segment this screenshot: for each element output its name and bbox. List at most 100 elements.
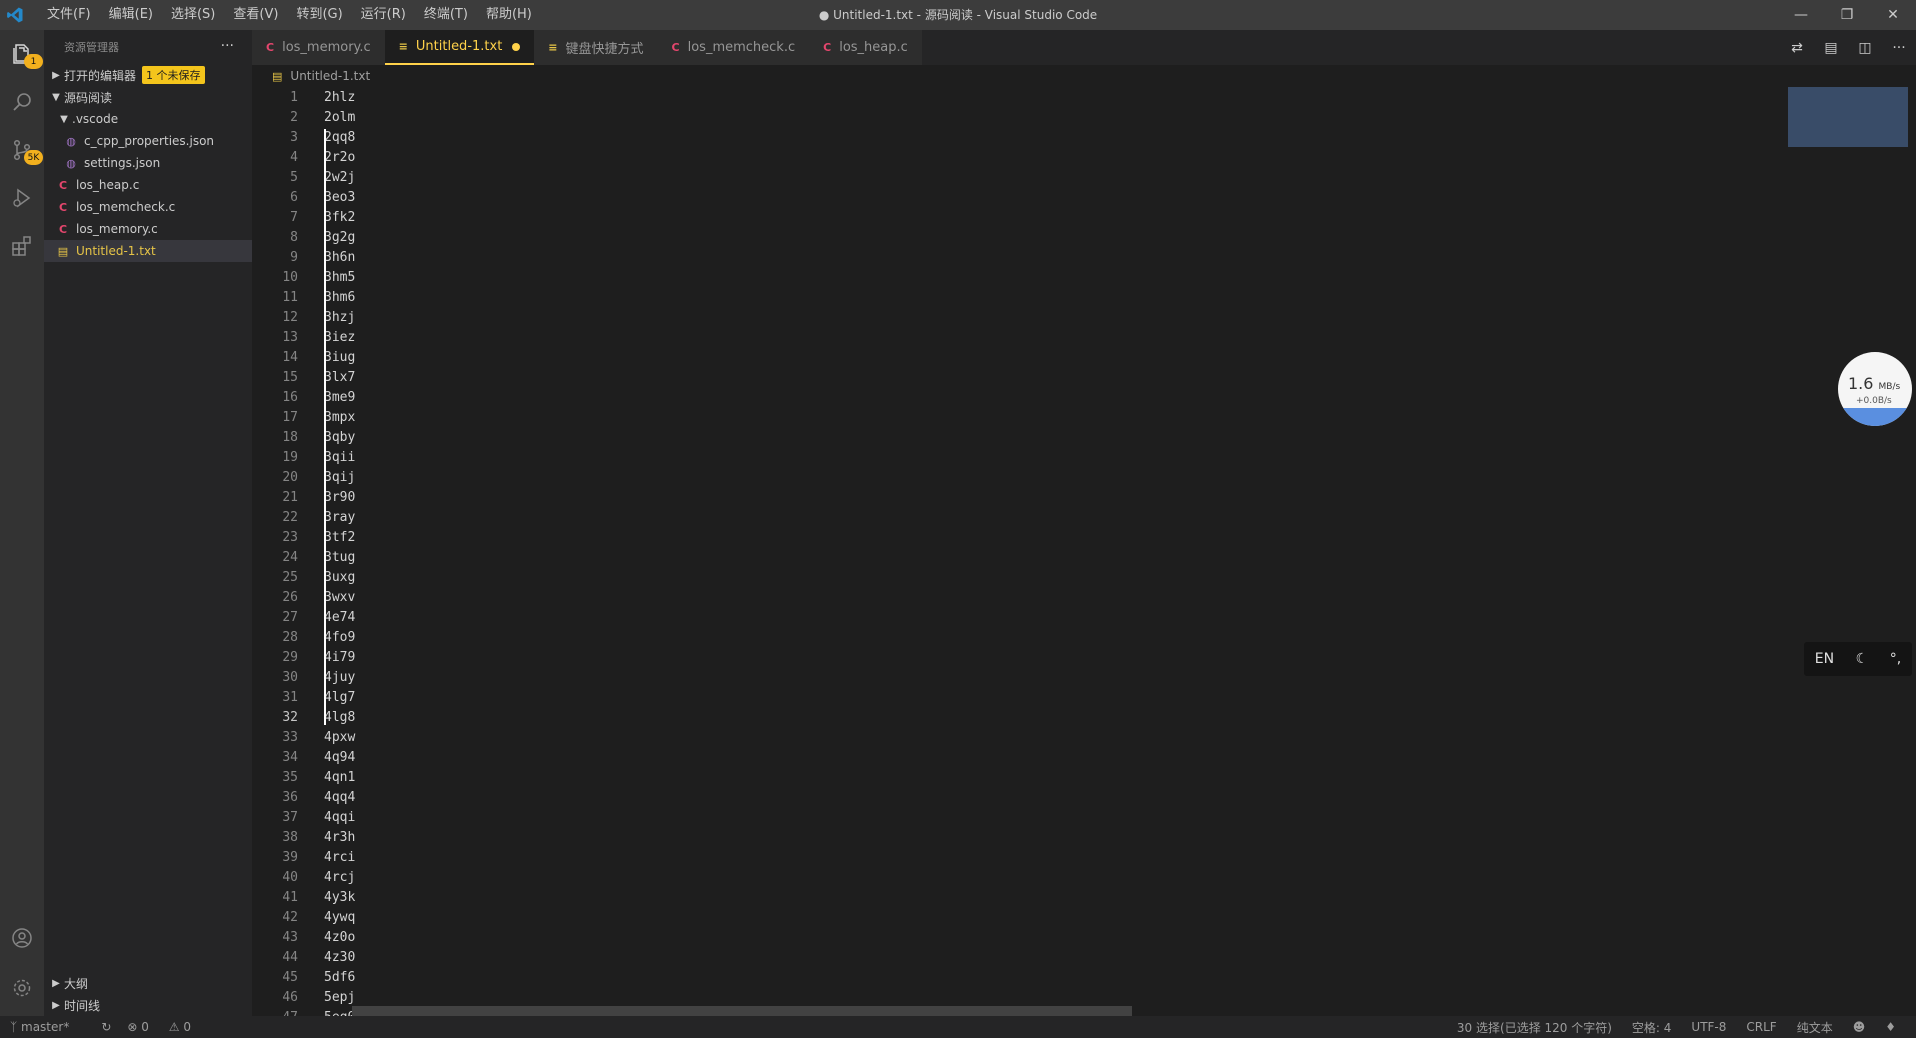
language-mode-status[interactable]: 纯文本 — [1797, 1019, 1833, 1036]
editor-line[interactable]: 4 2r2o — [252, 147, 355, 167]
editor-line[interactable]: 10 3hm5 — [252, 267, 355, 287]
more-actions-icon[interactable]: ··· — [1882, 40, 1916, 56]
open-editors-section[interactable]: ▶ 打开的编辑器 1 个未保存 — [44, 64, 252, 86]
editor-line[interactable]: 14 3iug — [252, 347, 355, 367]
editor-line[interactable]: 11 3hm6 — [252, 287, 355, 307]
explorer-button[interactable]: 1 — [0, 30, 44, 78]
tree-item-untitled-1[interactable]: ▤ Untitled-1.txt — [44, 240, 252, 262]
editor-line[interactable]: 17 3mpx — [252, 407, 355, 427]
editor-line[interactable]: 35 4qn1 — [252, 767, 355, 787]
tree-item-los-memcheck[interactable]: C los_memcheck.c — [44, 196, 252, 218]
compare-changes-icon[interactable]: ⇄ — [1780, 40, 1814, 56]
selection-status[interactable]: 30 选择(已选择 120 个字符) — [1457, 1019, 1612, 1036]
editor-line[interactable]: 36 4qq4 — [252, 787, 355, 807]
sync-icon[interactable]: ↻ — [101, 1020, 111, 1034]
tree-item-los-memory[interactable]: C los_memory.c — [44, 218, 252, 240]
eol-status[interactable]: CRLF — [1746, 1020, 1776, 1034]
editor-line[interactable]: 3 2qq8 — [252, 127, 355, 147]
editor-line[interactable]: 27 4e74 — [252, 607, 355, 627]
editor-line[interactable]: 23 3tf2 — [252, 527, 355, 547]
editor-line[interactable]: 43 4z0o — [252, 927, 355, 947]
split-editor-icon[interactable]: ◫ — [1848, 40, 1882, 56]
editor-line[interactable]: 13 3iez — [252, 327, 355, 347]
punctuation-icon[interactable]: °, — [1890, 651, 1901, 667]
ime-language[interactable]: EN — [1815, 651, 1834, 667]
breadcrumb-file[interactable]: Untitled-1.txt — [290, 69, 370, 83]
editor-line[interactable]: 26 3wxv — [252, 587, 355, 607]
close-icon[interactable]: ✕ — [1870, 0, 1916, 30]
settings-button[interactable] — [0, 964, 44, 1012]
editor-line[interactable]: 7 3fk2 — [252, 207, 355, 227]
editor-line[interactable]: 24 3tug — [252, 547, 355, 567]
editor-line[interactable]: 31 4lg7 — [252, 687, 355, 707]
editor-line[interactable]: 6 3eo3 — [252, 187, 355, 207]
horizontal-scrollbar[interactable] — [352, 1006, 1132, 1016]
editor-line[interactable]: 40 4rcj — [252, 867, 355, 887]
menu-help[interactable]: 帮助(H) — [477, 0, 541, 30]
menu-selection[interactable]: 选择(S) — [162, 0, 224, 30]
editor-line[interactable]: 25 3uxg — [252, 567, 355, 587]
text-editor[interactable]: 1 2hlz 2 2olm 3 2qq8 4 2r2o 5 2w2j 6 3eo3 7 3fk2 8 3g2g… — [252, 87, 1916, 1016]
run-debug-button[interactable] — [0, 174, 44, 222]
menu-run[interactable]: 运行(R) — [352, 0, 415, 30]
editor-line[interactable]: 38 4r3h — [252, 827, 355, 847]
notifications-bell-icon[interactable]: ♦ — [1885, 1020, 1896, 1034]
minimize-icon[interactable]: — — [1778, 0, 1824, 30]
editor-line[interactable]: 32 4lg8 — [252, 707, 355, 727]
editor-line[interactable]: 9 3h6n — [252, 247, 355, 267]
editor-line[interactable]: 42 4ywq — [252, 907, 355, 927]
editor-line[interactable]: 41 4y3k — [252, 887, 355, 907]
tree-item-settings-json[interactable]: ◍ settings.json — [44, 152, 252, 174]
indentation-status[interactable]: 空格: 4 — [1632, 1019, 1672, 1036]
editor-line[interactable]: 34 4q94 — [252, 747, 355, 767]
editor-line[interactable]: 28 4fo9 — [252, 627, 355, 647]
menu-go[interactable]: 转到(G) — [287, 0, 351, 30]
editor-line[interactable]: 16 3me9 — [252, 387, 355, 407]
editor-line[interactable]: 30 4juy — [252, 667, 355, 687]
unsaved-dot-icon[interactable] — [512, 42, 521, 51]
editor-line[interactable]: 5 2w2j — [252, 167, 355, 187]
ime-toolbar[interactable]: EN ☾ °, — [1804, 642, 1912, 676]
branch-status[interactable]: ᛉ master* — [10, 1020, 85, 1034]
tab-los-memory[interactable]: C los_memory.c — [252, 30, 385, 65]
accounts-button[interactable] — [0, 914, 44, 962]
menu-terminal[interactable]: 终端(T) — [415, 0, 477, 30]
feedback-icon[interactable]: ☻ — [1853, 1020, 1866, 1034]
tree-item-los-heap[interactable]: C los_heap.c — [44, 174, 252, 196]
tab-keyboard-shortcuts[interactable]: ≡ 键盘快捷方式 — [534, 30, 658, 65]
editor-line[interactable]: 475eq0 — [252, 1007, 355, 1017]
source-control-button[interactable]: 5K — [0, 126, 44, 174]
editor-line[interactable]: 1 2hlz — [252, 87, 355, 107]
tab-untitled-1[interactable]: ≡ Untitled-1.txt — [384, 30, 535, 65]
menu-file[interactable]: 文件(F) — [38, 0, 100, 30]
network-speed-widget[interactable]: 1.6 MB/s +0.0B/s — [1838, 352, 1912, 426]
editor-line[interactable]: 22 3ray — [252, 507, 355, 527]
encoding-status[interactable]: UTF-8 — [1691, 1020, 1726, 1034]
tree-item-c-cpp-properties[interactable]: ◍ c_cpp_properties.json — [44, 130, 252, 152]
workspace-root[interactable]: ▼ 源码阅读 — [44, 86, 252, 108]
timeline-section[interactable]: ▶ 时间线 — [44, 994, 252, 1016]
editor-line[interactable]: 37 4qqi — [252, 807, 355, 827]
editor-line[interactable]: 8 3g2g — [252, 227, 355, 247]
editor-line[interactable]: 19 3qii — [252, 447, 355, 467]
problems-status[interactable]: ⊗ 0 ⚠ 0 — [127, 1020, 207, 1034]
editor-line[interactable]: 45 5df6 — [252, 967, 355, 987]
editor-line[interactable]: 20 3qij — [252, 467, 355, 487]
tree-item-vscode-folder[interactable]: ▼ .vscode — [44, 108, 252, 130]
editor-line[interactable]: 29 4i79 — [252, 647, 355, 667]
tab-los-heap[interactable]: C los_heap.c — [809, 30, 922, 65]
moon-icon[interactable]: ☾ — [1856, 651, 1869, 667]
more-actions-icon[interactable]: ··· — [221, 38, 234, 54]
minimap-slider[interactable] — [1788, 87, 1908, 147]
editor-line[interactable]: 33 4pxw — [252, 727, 355, 747]
editor-line[interactable]: 39 4rci — [252, 847, 355, 867]
editor-line[interactable]: 18 3qby — [252, 427, 355, 447]
editor-line[interactable]: 44 4z30 — [252, 947, 355, 967]
editor-line[interactable]: 12 3hzj — [252, 307, 355, 327]
minimap[interactable] — [1788, 87, 1908, 1016]
tab-los-memcheck[interactable]: C los_memcheck.c — [657, 30, 810, 65]
outline-section[interactable]: ▶ 大纲 — [44, 972, 252, 994]
restore-icon[interactable]: ❐ — [1824, 0, 1870, 30]
editor-line[interactable]: 15 3lx7 — [252, 367, 355, 387]
open-preview-icon[interactable]: ▤ — [1814, 40, 1848, 56]
